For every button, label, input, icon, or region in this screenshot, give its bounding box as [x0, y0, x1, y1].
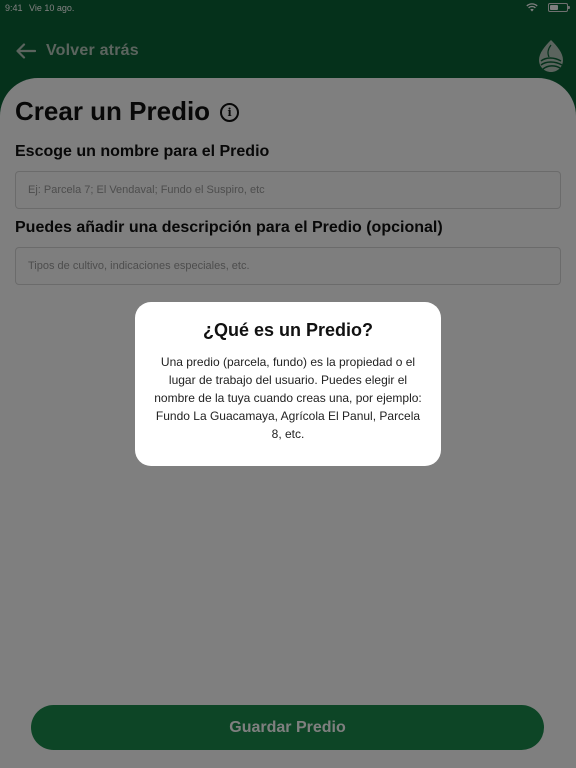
info-modal: ¿Qué es un Predio? Una predio (parcela, …: [135, 302, 441, 466]
modal-body: Una predio (parcela, fundo) es la propie…: [154, 355, 422, 441]
modal-title: ¿Qué es un Predio?: [202, 320, 374, 340]
